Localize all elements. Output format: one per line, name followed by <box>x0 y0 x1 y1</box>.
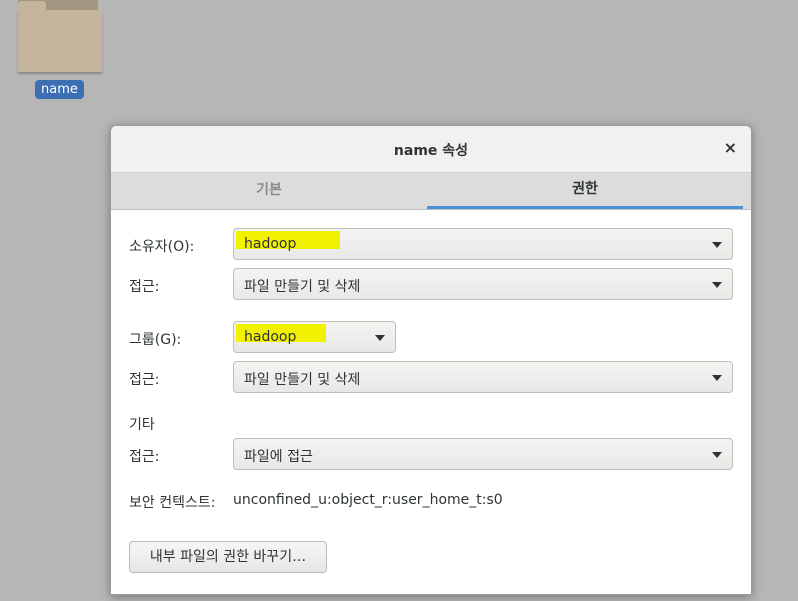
owner-value: hadoop <box>244 236 297 252</box>
others-access-value: 파일에 접근 <box>244 449 313 465</box>
security-context-value: unconfined_u:object_r:user_home_t:s0 <box>233 492 503 508</box>
chevron-down-icon <box>712 282 722 288</box>
chevron-down-icon <box>712 242 722 248</box>
group-label: 그룹(G): <box>129 332 182 348</box>
security-context-label: 보안 컨텍스트: <box>129 495 216 511</box>
owner-label: 소유자(O): <box>129 239 195 255</box>
tab-permissions[interactable]: 권한 <box>427 173 743 209</box>
others-section-title: 기타 <box>129 417 155 433</box>
group-access-combo[interactable]: 파일 만들기 및 삭제 <box>233 361 733 393</box>
others-access-label: 접근: <box>129 449 160 465</box>
group-value: hadoop <box>244 329 297 345</box>
desktop-folder[interactable]: name <box>10 0 102 104</box>
tab-bar: 기본 권한 <box>111 173 751 210</box>
chevron-down-icon <box>712 452 722 458</box>
chevron-down-icon <box>375 335 385 341</box>
chevron-down-icon <box>712 375 722 381</box>
owner-access-label: 접근: <box>129 279 160 295</box>
titlebar: name 속성 × <box>111 126 751 173</box>
properties-dialog: name 속성 × 기본 권한 소유자(O): hadoop 접근: 파일 만들… <box>110 125 752 595</box>
folder-label[interactable]: name <box>35 80 84 99</box>
others-access-combo[interactable]: 파일에 접근 <box>233 438 733 470</box>
group-access-value: 파일 만들기 및 삭제 <box>244 372 361 388</box>
close-icon[interactable]: × <box>724 138 737 157</box>
owner-combo[interactable]: hadoop <box>233 228 733 260</box>
group-access-label: 접근: <box>129 372 160 388</box>
owner-access-combo[interactable]: 파일 만들기 및 삭제 <box>233 268 733 300</box>
dialog-title: name 속성 <box>393 143 469 159</box>
change-enclosed-permissions-button[interactable]: 내부 파일의 권한 바꾸기… <box>129 541 327 573</box>
permissions-panel: 소유자(O): hadoop 접근: 파일 만들기 및 삭제 그룹(G): ha… <box>111 210 751 594</box>
tab-basic[interactable]: 기본 <box>111 173 427 209</box>
group-combo[interactable]: hadoop <box>233 321 396 353</box>
folder-icon <box>14 0 102 74</box>
owner-access-value: 파일 만들기 및 삭제 <box>244 279 361 295</box>
